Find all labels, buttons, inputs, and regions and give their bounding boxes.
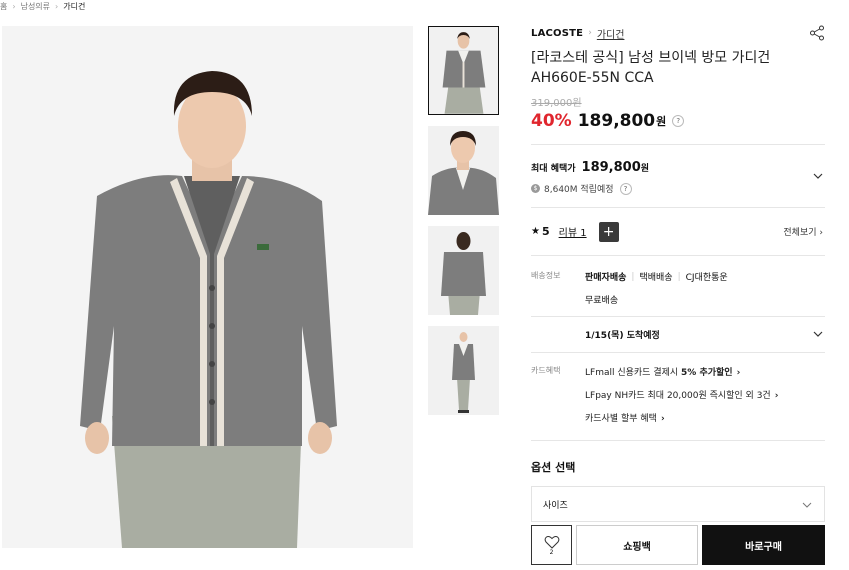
- breadcrumb-current[interactable]: 가디건: [63, 1, 85, 12]
- chevron-right-icon: ›: [12, 1, 16, 11]
- product-info-panel: LACOSTE › 가디건 [라코스테 공식] 남성 브이넥 방모 가디건 AH…: [531, 24, 825, 522]
- shipping-info: 배송정보 판매자배송 | 택배배송 | CJ대한통운 무료배송 1/15(목) …: [531, 256, 825, 441]
- original-price: 319,000원: [531, 98, 582, 109]
- sale-price: 189,800: [577, 111, 656, 131]
- thumbnail-image: [428, 226, 499, 315]
- card-label: 카드혜택: [531, 366, 561, 375]
- shipping-seller: 판매자배송: [585, 273, 627, 283]
- card-benefit-3-text: 카드사별 할부 혜택: [585, 414, 657, 424]
- thumbnail-3[interactable]: [428, 226, 499, 315]
- breadcrumb-home[interactable]: 홈: [0, 1, 7, 12]
- help-icon[interactable]: ?: [672, 115, 685, 127]
- chevron-down-icon[interactable]: [813, 171, 823, 181]
- chevron-right-icon: ›: [736, 368, 741, 378]
- review-row: ★ 5 리뷰 1 + 전체보기 ›: [531, 208, 825, 256]
- chevron-down-icon[interactable]: [813, 329, 823, 339]
- card-benefit-1[interactable]: LFmall 신용카드 결제시 5% 추가할인 ›: [585, 365, 825, 378]
- thumbnail-image: [428, 326, 499, 415]
- coin-icon: $: [531, 184, 540, 193]
- options-title: 옵션 선택: [531, 461, 576, 474]
- points-text: 8,640M 적립예정: [544, 185, 614, 195]
- price-currency: 원: [656, 115, 667, 128]
- shipping-label: 배송정보: [531, 271, 561, 280]
- heart-icon: [544, 535, 559, 549]
- shipping-section: 배송정보 판매자배송 | 택배배송 | CJ대한통운 무료배송: [531, 256, 825, 317]
- card-benefit-2-text: LFpay NH카드 최대 20,000원 즉시할인 외 3건: [585, 391, 771, 401]
- product-title: [라코스테 공식] 남성 브이넥 방모 가디건 AH660E-55N CCA: [531, 50, 771, 86]
- card-benefit-section: 카드혜택 LFmall 신용카드 결제시 5% 추가할인 › LFpay NH카드…: [531, 353, 825, 441]
- thumbnail-4[interactable]: [428, 326, 499, 415]
- shipping-type: 택배배송: [639, 273, 673, 283]
- help-icon[interactable]: ?: [619, 182, 632, 195]
- main-product-image[interactable]: [2, 26, 413, 548]
- breadcrumb-category[interactable]: 남성의류: [21, 1, 50, 12]
- chevron-right-icon: ›: [774, 391, 779, 401]
- card-benefit-1-bold: 5% 추가할인: [681, 368, 733, 378]
- thumbnail-image: [429, 27, 498, 114]
- divider: |: [677, 271, 681, 282]
- shopping-bag-button[interactable]: 쇼핑백: [576, 525, 698, 565]
- share-icon[interactable]: [809, 25, 825, 41]
- points-row: $ 8,640M 적립예정 ?: [531, 182, 825, 195]
- thumbnail-2[interactable]: [428, 126, 499, 215]
- chevron-down-icon: [802, 502, 812, 508]
- card-benefit-2[interactable]: LFpay NH카드 최대 20,000원 즉시할인 외 3건 ›: [585, 388, 825, 401]
- brand-row: LACOSTE › 가디건: [531, 24, 825, 42]
- thumbnail-image: [428, 126, 499, 215]
- size-select[interactable]: 사이즈: [531, 486, 825, 522]
- buy-now-button[interactable]: 바로구매: [702, 525, 825, 565]
- arrival-row[interactable]: 1/15(목) 도착예정: [531, 317, 825, 353]
- price-row: 40% 189,800 원 ?: [531, 110, 825, 132]
- like-button[interactable]: 2: [531, 525, 572, 565]
- cardigan-model-photo: [2, 26, 413, 548]
- card-benefit-3[interactable]: 카드사별 할부 혜택 ›: [585, 411, 825, 424]
- size-select-placeholder: 사이즈: [543, 500, 568, 511]
- discount-rate: 40%: [531, 111, 572, 131]
- review-score: 5: [541, 225, 550, 238]
- star-icon: ★: [531, 226, 540, 237]
- card-benefit-1-text: LFmall 신용카드 결제시: [585, 368, 682, 378]
- chevron-right-icon: ›: [55, 1, 59, 11]
- benefit-price: 189,800: [581, 160, 641, 175]
- breadcrumb: 홈 › 남성의류 › 가디건: [0, 0, 85, 12]
- view-all-link[interactable]: 전체보기 ›: [783, 225, 823, 238]
- purchase-actions: 2 쇼핑백 바로구매: [531, 525, 825, 566]
- benefit-label: 최대 혜택가: [531, 164, 576, 174]
- benefit-currency: 원: [640, 164, 650, 174]
- like-count: 2: [549, 548, 554, 556]
- divider: |: [631, 271, 635, 282]
- review-link[interactable]: 리뷰 1: [559, 224, 587, 239]
- max-benefit-section[interactable]: 최대 혜택가 189,800 원 $ 8,640M 적립예정 ?: [531, 144, 825, 208]
- brand-link[interactable]: LACOSTE: [531, 28, 583, 39]
- thumbnail-1[interactable]: [428, 26, 499, 115]
- review-photo-thumbnail[interactable]: +: [598, 221, 619, 242]
- chevron-right-icon: ›: [660, 414, 665, 424]
- thumbnail-list: [428, 26, 499, 426]
- benefit-row: 최대 혜택가 189,800 원: [531, 160, 825, 175]
- shipping-line: 판매자배송 | 택배배송 | CJ대한통운: [585, 270, 825, 284]
- chevron-right-icon: ›: [588, 28, 592, 38]
- shipping-courier: CJ대한통운: [685, 273, 728, 283]
- arrival-date: 1/15(목) 도착예정: [585, 331, 660, 341]
- view-all-label: 전체보기: [783, 228, 817, 238]
- shipping-free: 무료배송: [585, 296, 619, 306]
- category-link[interactable]: 가디건: [597, 26, 625, 41]
